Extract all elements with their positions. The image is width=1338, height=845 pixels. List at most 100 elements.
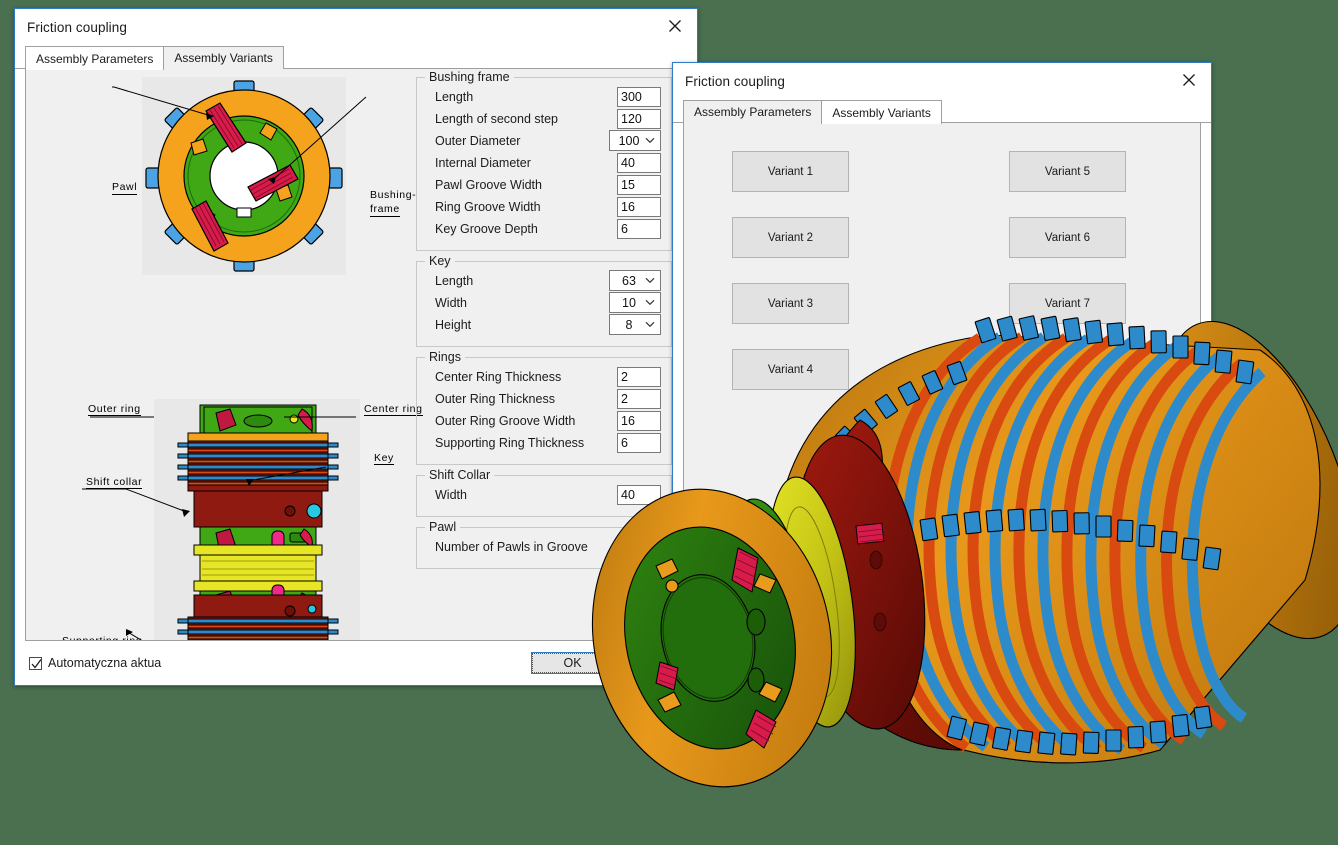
tab-label: Assembly Parameters [36,52,153,66]
ok-button-label: OK [532,653,613,673]
annotation-shift-collar: Shift collar [86,476,142,489]
close-icon[interactable] [1167,63,1211,97]
outer-ring-thickness-input[interactable] [617,389,661,409]
field-internal-diameter[interactable]: Internal Diameter [427,152,661,173]
key-width-combo[interactable]: 10 [609,292,661,313]
field-key-height[interactable]: Height 8 [427,314,661,335]
annotation-bushing-frame-line2: frame [370,203,400,217]
tab-assembly-variants[interactable]: Assembly Variants [163,46,283,69]
field-supporting-ring-thickness[interactable]: Supporting Ring Thickness [427,432,661,453]
key-height-combo[interactable]: 8 [609,314,661,335]
variant-2-button[interactable]: Variant 2 [732,217,849,258]
field-label: Pawl Groove Width [427,178,617,192]
variant-4-button[interactable]: Variant 4 [732,349,849,390]
field-label: Supporting Ring Thickness [427,436,617,450]
annotation-key: Key [374,452,394,465]
variant-7-button[interactable]: Variant 7 [1009,283,1126,324]
length-input[interactable] [617,87,661,107]
annotation-pawl: Pawl [112,181,137,195]
field-outer-diameter[interactable]: Outer Diameter 100 [427,130,661,151]
chevron-down-icon [645,273,655,287]
field-label: Length of second step [427,112,617,126]
group-title: Key [425,254,455,268]
group-title: Pawl [425,520,460,534]
internal-diameter-input[interactable] [617,153,661,173]
variant-5-button[interactable]: Variant 5 [1009,151,1126,192]
variant-button-label: Variant 4 [768,364,813,376]
variant-button-label: Variant 7 [1045,298,1090,310]
field-label: Outer Ring Thickness [427,392,617,406]
tab-label: Assembly Variants [174,51,272,65]
field-length-of-second-step[interactable]: Length of second step [427,108,661,129]
dialog-titlebar[interactable]: Friction coupling [673,63,1211,99]
group-rings: Rings Center Ring Thickness Outer Ring T… [416,357,672,465]
autoupdate-checkbox[interactable]: Automatyczna aktua [29,656,161,670]
variant-3-button[interactable]: Variant 3 [732,283,849,324]
dialog-title: Friction coupling [673,74,785,89]
field-label: Ring Groove Width [427,200,617,214]
field-ring-groove-width[interactable]: Ring Groove Width [427,196,661,217]
variant-6-button[interactable]: Variant 6 [1009,217,1126,258]
variant-button-label: Variant 5 [1045,166,1090,178]
tabstrip[interactable]: Assembly Parameters Assembly Variants [673,99,1211,123]
field-label: Number of Pawls in Groove [427,540,617,554]
field-pawl-groove-width[interactable]: Pawl Groove Width [427,174,661,195]
field-label: Width [427,488,617,502]
field-key-width[interactable]: Width 10 [427,292,661,313]
tab-assembly-variants[interactable]: Assembly Variants [821,100,941,124]
chevron-down-icon [645,317,655,331]
annotation-center-ring: Center ring [364,403,423,416]
parameter-fields-area: Bushing frame Length Length of second st… [416,69,686,640]
tabstrip[interactable]: Assembly Parameters Assembly Variants [15,45,697,69]
annotation-bushing-frame-line1: Bushing- [370,189,416,201]
pawl-groove-width-input[interactable] [617,175,661,195]
group-pawl: Pawl Number of Pawls in Groove [416,527,672,569]
field-label: Key Groove Depth [427,222,617,236]
outer-diameter-combo[interactable]: 100 [609,130,661,151]
field-key-length[interactable]: Length 63 [427,270,661,291]
supporting-ring-thickness-input[interactable] [617,433,661,453]
illustrations-area: Pawl Bushing- frame [26,69,416,640]
center-ring-thickness-input[interactable] [617,367,661,387]
group-title: Rings [425,350,465,364]
field-outer-ring-groove-width[interactable]: Outer Ring Groove Width [427,410,661,431]
key-length-combo[interactable]: 63 [609,270,661,291]
group-title: Shift Collar [425,468,494,482]
field-label: Outer Diameter [427,134,609,148]
variant-button-label: Variant 1 [768,166,813,178]
chevron-down-icon [645,295,655,309]
variant-buttons-grid: Variant 1 Variant 2 Variant 3 Variant 4 … [684,123,1200,680]
checkbox-box [29,657,42,670]
tab-assembly-parameters[interactable]: Assembly Parameters [25,46,164,70]
field-length[interactable]: Length [427,86,661,107]
friction-coupling-parameters-dialog[interactable]: Friction coupling Assembly Parameters As… [14,8,698,686]
assembly-parameters-panel: Pawl Bushing- frame [25,69,687,641]
field-label: Length [427,90,617,104]
field-label: Height [427,318,609,332]
outer-ring-groove-width-input[interactable] [617,411,661,431]
length-second-step-input[interactable] [617,109,661,129]
group-key: Key Length 63 Width 10 [416,261,672,347]
field-outer-ring-thickness[interactable]: Outer Ring Thickness [427,388,661,409]
dialog-footer: Automatyczna aktua OK [15,641,697,685]
field-label: Length [427,274,609,288]
variant-button-label: Variant 2 [768,232,813,244]
dialog-titlebar[interactable]: Friction coupling [15,9,697,45]
autoupdate-label: Automatyczna aktua [48,656,161,670]
friction-coupling-variants-dialog[interactable]: Friction coupling Assembly Parameters As… [672,62,1212,682]
field-center-ring-thickness[interactable]: Center Ring Thickness [427,366,661,387]
chevron-down-icon [645,133,655,147]
combo-value: 8 [626,318,645,332]
tab-assembly-parameters[interactable]: Assembly Parameters [683,100,822,123]
field-key-groove-depth[interactable]: Key Groove Depth [427,218,661,239]
ring-groove-width-input[interactable] [617,197,661,217]
close-icon[interactable] [653,9,697,43]
ok-button[interactable]: OK [531,652,614,674]
key-groove-depth-input[interactable] [617,219,661,239]
variant-1-button[interactable]: Variant 1 [732,151,849,192]
field-shift-collar-width[interactable]: Width [427,484,661,505]
number-of-pawls-input[interactable] [617,537,661,557]
shift-collar-width-input[interactable] [617,485,661,505]
field-number-of-pawls[interactable]: Number of Pawls in Groove [427,536,661,557]
variant-button-label: Variant 6 [1045,232,1090,244]
